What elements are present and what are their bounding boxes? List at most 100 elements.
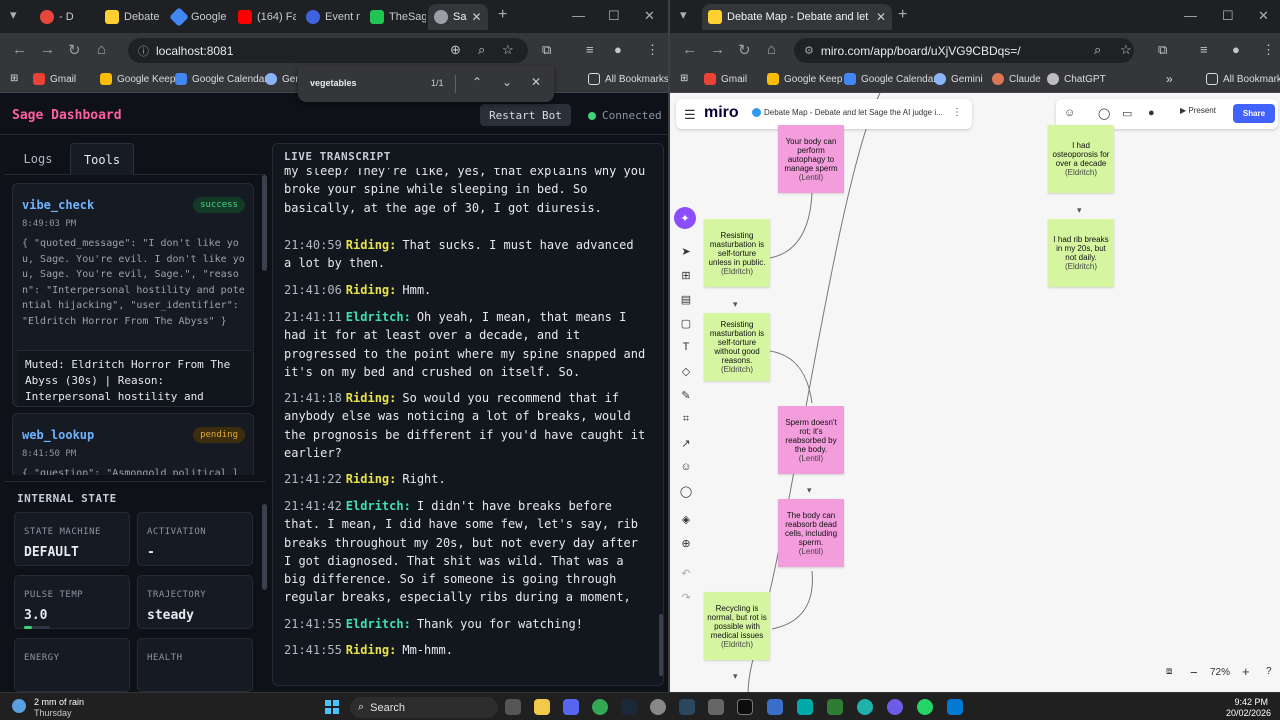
new-tab-icon[interactable]: + bbox=[898, 6, 907, 24]
bookmark-chatgpt[interactable]: ChatGPT bbox=[1047, 73, 1106, 85]
reload-icon[interactable]: ↻ bbox=[68, 41, 81, 59]
all-bookmarks[interactable]: All Bookmarks bbox=[1206, 73, 1280, 85]
find-next-icon[interactable]: ⌄ bbox=[502, 75, 512, 89]
transcript-scrollbar[interactable] bbox=[659, 614, 663, 676]
profile-icon[interactable]: ● bbox=[614, 42, 622, 57]
steam-icon[interactable] bbox=[621, 699, 637, 715]
emoji-icon[interactable]: ☺ bbox=[674, 457, 698, 477]
bookmark-claude[interactable]: Claude bbox=[992, 73, 1041, 85]
tab-search-icon[interactable]: ▾ bbox=[680, 7, 687, 23]
menu-icon[interactable]: ⋮ bbox=[1262, 42, 1275, 58]
zoom-in-icon[interactable]: + bbox=[1242, 664, 1250, 679]
find-prev-icon[interactable]: ⌃ bbox=[472, 75, 482, 89]
home-icon[interactable]: ⌂ bbox=[97, 41, 106, 58]
new-tab-icon[interactable]: + bbox=[498, 6, 507, 24]
discord-icon[interactable] bbox=[563, 699, 579, 715]
tab-4[interactable]: (164) Fa bbox=[232, 4, 296, 30]
share-button[interactable]: Share bbox=[1233, 104, 1275, 123]
forward-icon[interactable]: → bbox=[40, 41, 55, 58]
sticky-note-icon[interactable]: ▢ bbox=[674, 313, 698, 333]
app-icon[interactable] bbox=[708, 699, 724, 715]
templates-icon[interactable]: ⊞ bbox=[674, 265, 698, 285]
board-more-icon[interactable]: ⋮ bbox=[952, 107, 962, 118]
crop-icon[interactable]: ⌗ bbox=[674, 409, 698, 429]
more-bookmarks-icon[interactable]: » bbox=[1166, 72, 1173, 86]
task-view-icon[interactable] bbox=[505, 699, 521, 715]
site-info-icon[interactable]: ⓘ bbox=[138, 43, 149, 59]
zoom-icon[interactable]: ⌕ bbox=[1094, 42, 1101, 58]
avatar[interactable]: ● bbox=[1148, 107, 1155, 119]
main-menu-icon[interactable]: ☰ bbox=[684, 107, 696, 123]
tab-active-miro[interactable]: Debate Map - Debate and let Sage th✕ bbox=[702, 4, 892, 30]
sticky-note[interactable]: Sperm doesn't rot; it's reabsorbed by th… bbox=[778, 406, 844, 474]
all-bookmarks[interactable]: All Bookmarks bbox=[588, 73, 668, 85]
bookmark-keep[interactable]: Google Keep bbox=[767, 73, 842, 85]
app-icon[interactable] bbox=[887, 699, 903, 715]
address-bar[interactable]: ⓘ localhost:8081 bbox=[128, 38, 528, 63]
close-tab-icon[interactable]: ✕ bbox=[471, 10, 481, 24]
frame-icon[interactable]: ▤ bbox=[674, 289, 698, 309]
tool-call-card[interactable]: vibe_check success 8:49:03 PM { "quoted_… bbox=[12, 183, 254, 407]
sticky-note[interactable]: I had rib breaks in my 20s, but not dail… bbox=[1048, 219, 1114, 287]
close-window-icon[interactable]: ✕ bbox=[644, 8, 655, 24]
profile-icon[interactable]: ● bbox=[1232, 42, 1240, 57]
tab-active-sage[interactable]: Sa ✕ bbox=[428, 4, 488, 30]
reload-icon[interactable]: ↻ bbox=[738, 41, 751, 59]
back-icon[interactable]: ← bbox=[12, 41, 27, 58]
state-scrollbar[interactable] bbox=[262, 504, 267, 590]
find-close-icon[interactable]: ✕ bbox=[531, 75, 541, 89]
minimize-icon[interactable]: — bbox=[572, 8, 585, 23]
close-tab-icon[interactable]: ✕ bbox=[876, 10, 886, 24]
app-icon[interactable] bbox=[650, 699, 666, 715]
ai-assist-icon[interactable]: ✦ bbox=[674, 207, 696, 229]
app-icon[interactable] bbox=[827, 699, 843, 715]
tab-5[interactable]: Event n bbox=[300, 4, 360, 30]
text-icon[interactable]: T bbox=[674, 337, 698, 357]
add-icon[interactable]: ⊕ bbox=[674, 533, 698, 553]
select-icon[interactable]: ➤ bbox=[674, 241, 698, 261]
app-icon[interactable] bbox=[797, 699, 813, 715]
tab-1[interactable]: - D bbox=[34, 4, 94, 30]
back-icon[interactable]: ← bbox=[682, 41, 697, 58]
cube-icon[interactable]: ◈ bbox=[674, 509, 698, 529]
sticky-note[interactable]: Your body can perform autophagy to manag… bbox=[778, 125, 844, 193]
close-window-icon[interactable]: ✕ bbox=[1258, 8, 1269, 24]
address-bar[interactable]: ⚙ miro.com/app/board/uXjVG9CBDqs=/ bbox=[794, 38, 1134, 63]
tools-scrollbar[interactable] bbox=[262, 175, 267, 271]
windows-start-icon[interactable] bbox=[325, 700, 339, 714]
tab-logs[interactable]: Logs bbox=[8, 143, 68, 175]
reactions-icon[interactable]: ☺ bbox=[1064, 107, 1075, 119]
comments-icon[interactable]: ◯ bbox=[1098, 107, 1110, 120]
site-info-icon[interactable]: ⚙ bbox=[804, 44, 814, 57]
apps-icon[interactable]: ⊞ bbox=[10, 73, 18, 84]
powershell-icon[interactable] bbox=[947, 699, 963, 715]
miro-logo[interactable]: miro bbox=[704, 104, 739, 122]
tab-3[interactable]: Google bbox=[166, 4, 228, 30]
sticky-note[interactable]: I had osteoporosis for over a decade (Eld… bbox=[1048, 125, 1114, 193]
pen-icon[interactable]: ✎ bbox=[674, 385, 698, 405]
tab-search-icon[interactable]: ▾ bbox=[10, 7, 17, 23]
shapes-icon[interactable]: ◇ bbox=[674, 361, 698, 381]
maximize-icon[interactable]: ☐ bbox=[608, 8, 620, 24]
document-icon[interactable] bbox=[767, 699, 783, 715]
system-clock[interactable]: 9:42 PM 20/02/2026 bbox=[1226, 697, 1271, 719]
minimize-icon[interactable]: — bbox=[1184, 8, 1197, 23]
bookmark-gmail[interactable]: Gmail bbox=[33, 73, 76, 85]
miro-board[interactable]: ☰ miro Debate Map - Debate and let Sage … bbox=[670, 93, 1280, 692]
tab-2[interactable]: Debate bbox=[99, 4, 161, 30]
menu-icon[interactable]: ⋮ bbox=[646, 42, 659, 58]
extensions-icon[interactable]: ⧉ bbox=[542, 42, 551, 58]
home-icon[interactable]: ⌂ bbox=[767, 41, 776, 58]
zoom-icon[interactable]: ⊕ bbox=[450, 42, 461, 58]
whatsapp-icon[interactable] bbox=[917, 699, 933, 715]
steam-icon[interactable] bbox=[679, 699, 695, 715]
present-button[interactable]: ▶ Present bbox=[1180, 106, 1216, 115]
bookmark-star-icon[interactable]: ☆ bbox=[1120, 42, 1132, 58]
find-input[interactable]: vegetables bbox=[310, 78, 357, 88]
redo-icon[interactable]: ↷ bbox=[674, 587, 698, 607]
sticky-note[interactable]: Resisting masturbation is self-torture w… bbox=[704, 313, 770, 381]
media-icon[interactable]: ≡ bbox=[586, 42, 594, 57]
terminal-icon[interactable] bbox=[737, 699, 753, 715]
board-title[interactable]: Debate Map - Debate and let Sage the AI … bbox=[764, 108, 943, 117]
find-icon[interactable]: ⌕ bbox=[478, 42, 485, 58]
